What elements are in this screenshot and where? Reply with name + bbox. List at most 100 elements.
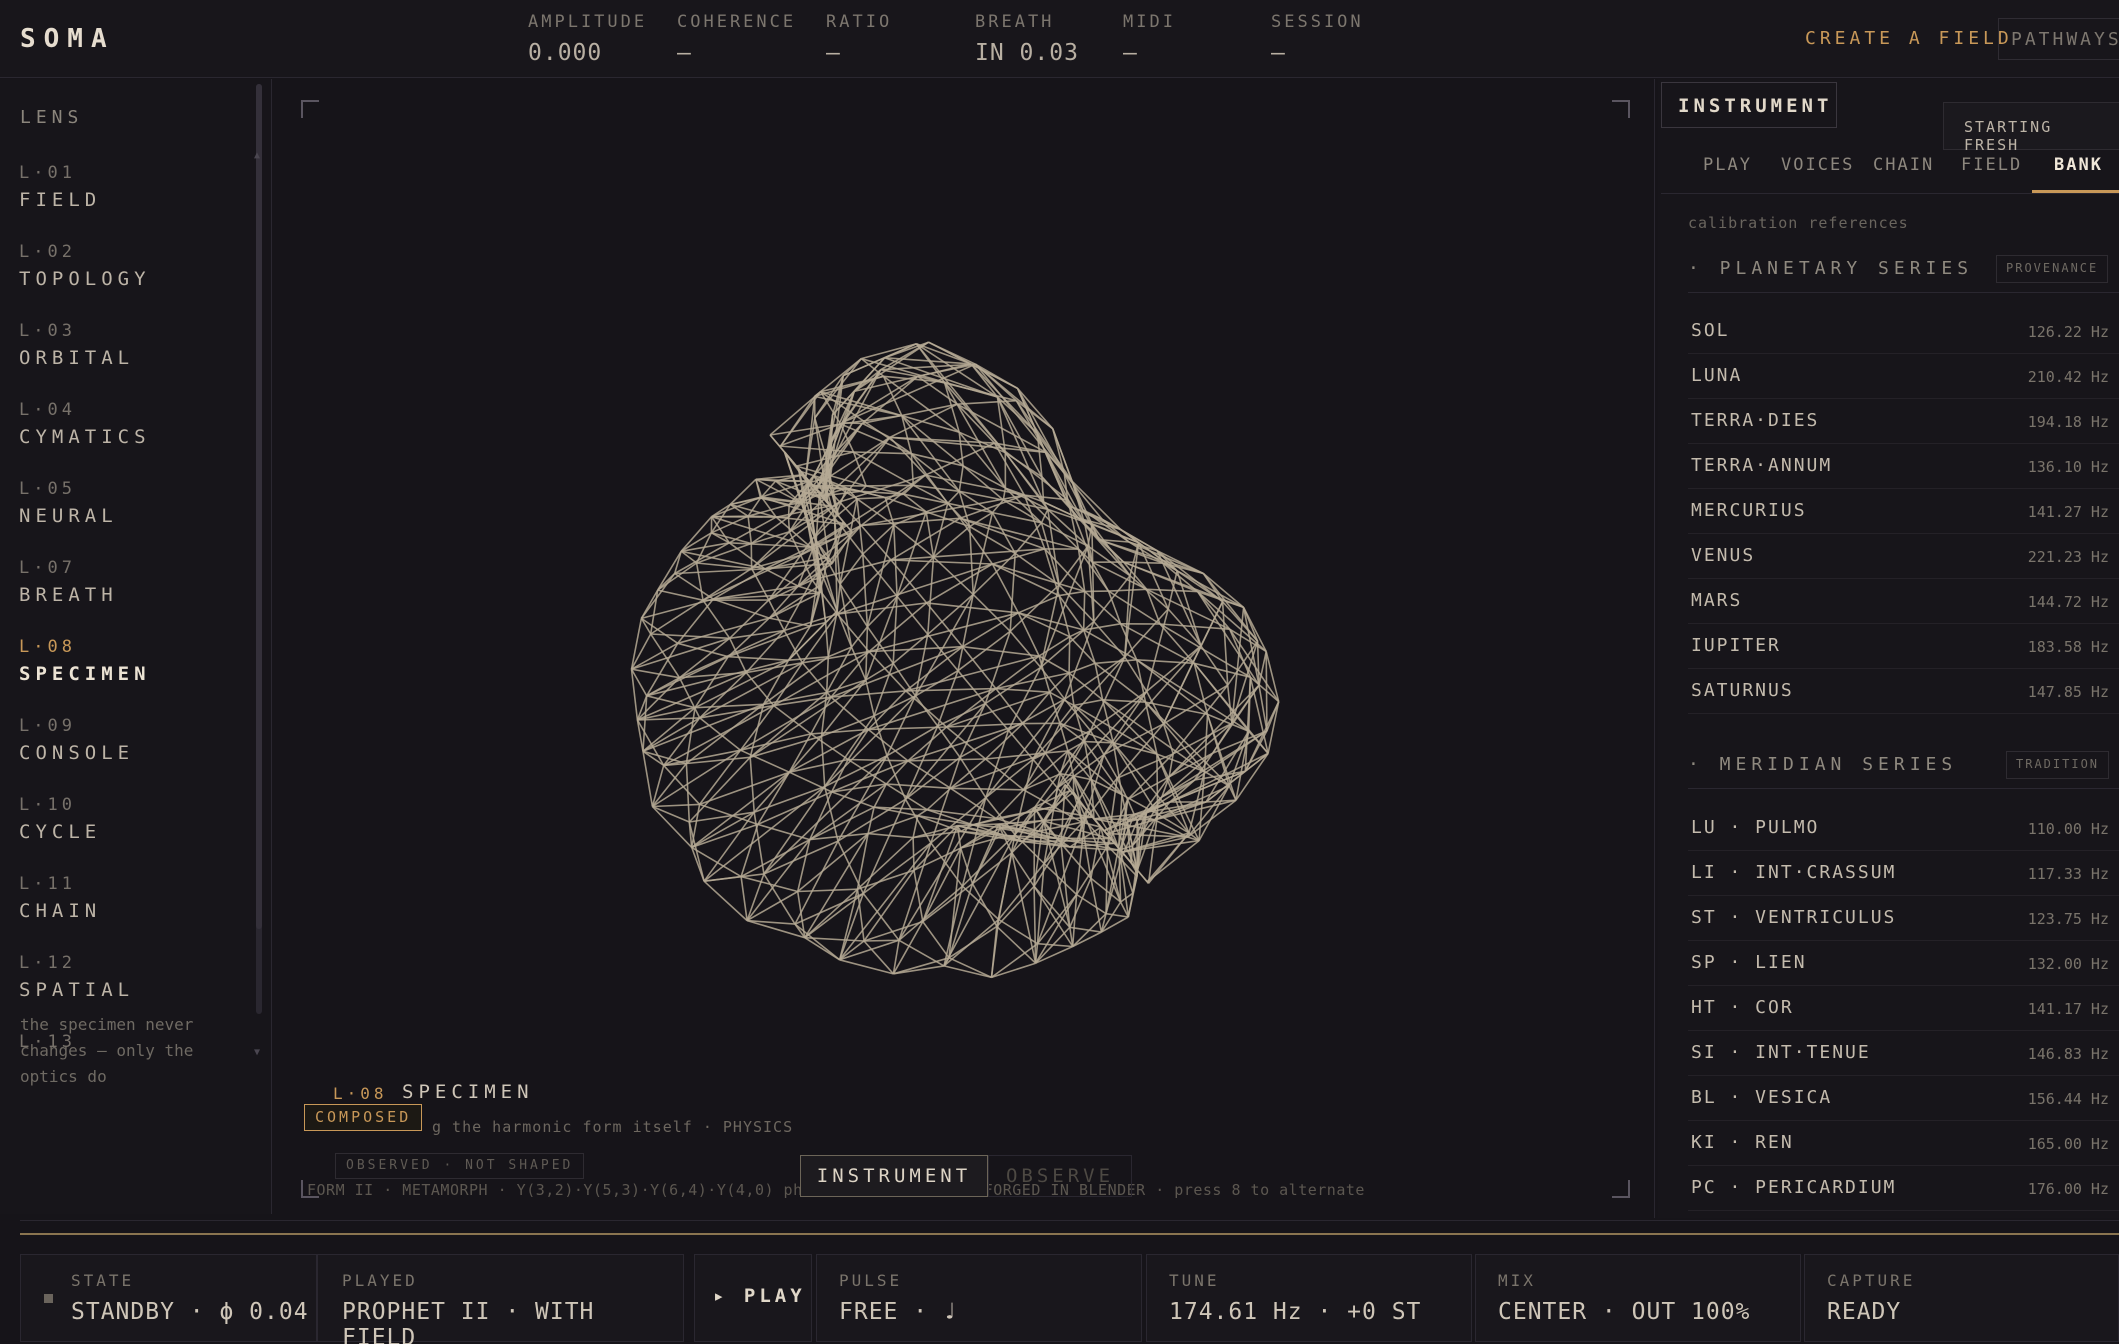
mode-observe-button[interactable]: OBSERVE bbox=[988, 1155, 1132, 1197]
tab-bank[interactable]: BANK bbox=[2054, 155, 2103, 175]
timeline-progress bbox=[20, 1233, 2119, 1235]
bank-row-name: BL · VESICA bbox=[1691, 1087, 1833, 1108]
bank-row-ki-ren[interactable]: KI · REN 165.00 Hz bbox=[1688, 1121, 2119, 1166]
lens-number: L·04 bbox=[19, 400, 76, 420]
capture-cell[interactable]: CAPTURE READY bbox=[1804, 1254, 2119, 1342]
tabs-divider bbox=[1661, 193, 2119, 194]
lens-name: CONSOLE bbox=[19, 742, 135, 764]
bank-row-bl-vesica[interactable]: BL · VESICA 156.44 Hz bbox=[1688, 1076, 2119, 1121]
lens-name: TOPOLOGY bbox=[19, 268, 151, 290]
bank-row-name: SP · LIEN bbox=[1691, 952, 1807, 973]
observed-tag: OBSERVED · NOT SHAPED bbox=[335, 1153, 585, 1179]
meridian-series-title[interactable]: · MERIDIAN SERIES bbox=[1688, 754, 1957, 775]
pathways-button[interactable]: PATHWAYS bbox=[1998, 18, 2119, 60]
bank-row-name: MERCURIUS bbox=[1691, 500, 1807, 521]
instrument-panel-title[interactable]: INSTRUMENT bbox=[1661, 82, 1837, 128]
tab-voices[interactable]: VOICES bbox=[1781, 155, 1854, 175]
capture-value: READY bbox=[1827, 1299, 1902, 1325]
played-value: PROPHET II · WITH FIELD bbox=[342, 1299, 595, 1344]
bank-row-saturnus[interactable]: SATURNUS 147.85 Hz bbox=[1688, 669, 2119, 714]
lens-item-orbital[interactable]: L·03 ORBITAL bbox=[19, 321, 134, 369]
bank-row-frequency: 194.18 Hz bbox=[2027, 413, 2109, 431]
bank-row-name: KI · REN bbox=[1691, 1132, 1794, 1153]
lens-name: CYMATICS bbox=[19, 426, 151, 448]
bank-row-frequency: 221.23 Hz bbox=[2027, 548, 2109, 566]
stat-session: SESSION — bbox=[1271, 12, 1364, 66]
bank-row-si-int-tenue[interactable]: SI · INT·TENUE 146.83 Hz bbox=[1688, 1031, 2119, 1076]
wireframe-specimen[interactable] bbox=[600, 300, 1320, 1020]
bank-row-mars[interactable]: MARS 144.72 Hz bbox=[1688, 579, 2119, 624]
starting-fresh-button[interactable]: STARTING FRESH bbox=[1943, 102, 2119, 154]
lens-item-topology[interactable]: L·02 TOPOLOGY bbox=[19, 242, 151, 290]
played-cell[interactable]: PLAYED PROPHET II · WITH FIELD bbox=[317, 1254, 684, 1344]
provenance-tag[interactable]: PROVENANCE bbox=[1996, 255, 2109, 283]
scroll-down-icon[interactable]: ▼ bbox=[254, 1047, 260, 1058]
pulse-cell[interactable]: PULSE FREE · ♩ bbox=[816, 1254, 1142, 1342]
lens-number: L·08 bbox=[19, 637, 76, 657]
frame-corner-icon bbox=[1612, 100, 1630, 118]
bank-row-venus[interactable]: VENUS 221.23 Hz bbox=[1688, 534, 2119, 579]
frame-corner-icon bbox=[1612, 1180, 1630, 1198]
bank-row-frequency: 144.72 Hz bbox=[2027, 593, 2109, 611]
bank-row-st-ventriculus[interactable]: ST · VENTRICULUS 123.75 Hz bbox=[1688, 896, 2119, 941]
lens-item-spatial[interactable]: L·12 SPATIAL bbox=[19, 953, 134, 1001]
lens-number: L·09 bbox=[19, 716, 76, 736]
bank-row-name: LU · PULMO bbox=[1691, 817, 1820, 838]
active-tab-indicator bbox=[2032, 190, 2119, 193]
lens-number: L·11 bbox=[19, 874, 76, 894]
bank-row-terra-annum[interactable]: TERRA·ANNUM 136.10 Hz bbox=[1688, 444, 2119, 489]
tradition-tag[interactable]: TRADITION bbox=[2006, 751, 2110, 779]
tab-chain[interactable]: CHAIN bbox=[1873, 155, 1934, 175]
specimen-description: g the harmonic form itself · PHYSICS bbox=[432, 1118, 794, 1136]
brand-logo[interactable]: SOMA bbox=[20, 24, 115, 54]
mode-instrument-button[interactable]: INSTRUMENT bbox=[800, 1155, 988, 1197]
state-label: STATE bbox=[71, 1271, 135, 1290]
bank-row-sp-lien[interactable]: SP · LIEN 132.00 Hz bbox=[1688, 941, 2119, 986]
lens-number: L·03 bbox=[19, 321, 76, 341]
bank-row-mercurius[interactable]: MERCURIUS 141.27 Hz bbox=[1688, 489, 2119, 534]
lens-number: L·12 bbox=[19, 953, 76, 973]
stat-coherence: COHERENCE — bbox=[677, 12, 796, 66]
bank-row-luna[interactable]: LUNA 210.42 Hz bbox=[1688, 354, 2119, 399]
lens-item-specimen[interactable]: L·08 SPECIMEN bbox=[19, 637, 151, 685]
bank-row-frequency: 165.00 Hz bbox=[2027, 1135, 2109, 1153]
bank-row-frequency: 147.85 Hz bbox=[2027, 683, 2109, 701]
lens-item-cymatics[interactable]: L·04 CYMATICS bbox=[19, 400, 151, 448]
lens-item-chain[interactable]: L·11 CHAIN bbox=[19, 874, 101, 922]
bank-row-sol[interactable]: SOL 126.22 Hz bbox=[1688, 309, 2119, 354]
bank-row-terra-dies[interactable]: TERRA·DIES 194.18 Hz bbox=[1688, 399, 2119, 444]
series-divider bbox=[1688, 788, 2119, 789]
create-field-link[interactable]: CREATE A FIELD bbox=[1805, 28, 2013, 49]
mix-cell[interactable]: MIX CENTER · OUT 100% bbox=[1475, 1254, 1801, 1342]
lens-number: L·10 bbox=[19, 795, 76, 815]
planetary-series-title[interactable]: · PLANETARY SERIES bbox=[1688, 258, 1973, 279]
stat-value: — bbox=[677, 40, 692, 66]
bank-row-iupiter[interactable]: IUPITER 183.58 Hz bbox=[1688, 624, 2119, 669]
tab-play[interactable]: PLAY bbox=[1703, 155, 1752, 175]
specimen-lens-number: L·08 bbox=[333, 1084, 388, 1103]
stat-label: AMPLITUDE bbox=[528, 12, 648, 32]
bank-row-frequency: 183.58 Hz bbox=[2027, 638, 2109, 656]
scroll-up-icon[interactable]: ▲ bbox=[254, 150, 260, 161]
bank-row-frequency: 176.00 Hz bbox=[2027, 1180, 2109, 1198]
lens-item-field[interactable]: L·01 FIELD bbox=[19, 163, 101, 211]
bank-row-name: ST · VENTRICULUS bbox=[1691, 907, 1897, 928]
tab-field[interactable]: FIELD bbox=[1961, 155, 2022, 175]
lens-scrollbar-thumb[interactable] bbox=[256, 84, 262, 929]
lens-item-neural[interactable]: L·05 NEURAL bbox=[19, 479, 118, 527]
bank-row-li-int-crassum[interactable]: LI · INT·CRASSUM 117.33 Hz bbox=[1688, 851, 2119, 896]
lens-item-breath[interactable]: L·07 BREATH bbox=[19, 558, 118, 606]
mix-value: CENTER · OUT 100% bbox=[1498, 1299, 1751, 1325]
bank-row-pc-pericardium[interactable]: PC · PERICARDIUM 176.00 Hz bbox=[1688, 1166, 2119, 1211]
lens-item-cycle[interactable]: L·10 CYCLE bbox=[19, 795, 101, 843]
bank-row-ht-cor[interactable]: HT · COR 141.17 Hz bbox=[1688, 986, 2119, 1031]
stat-label: MIDI bbox=[1123, 12, 1176, 32]
stat-value: IN 0.03 bbox=[975, 40, 1079, 66]
play-button[interactable]: ▸ PLAY bbox=[694, 1254, 812, 1342]
lens-item-console[interactable]: L·09 CONSOLE bbox=[19, 716, 134, 764]
stat-value: — bbox=[1271, 40, 1286, 66]
state-indicator-icon bbox=[44, 1294, 53, 1303]
bank-row-lu-pulmo[interactable]: LU · PULMO 110.00 Hz bbox=[1688, 806, 2119, 851]
stat-amplitude: AMPLITUDE 0.000 bbox=[528, 12, 647, 66]
tune-cell[interactable]: TUNE 174.61 Hz · +0 ST bbox=[1146, 1254, 1472, 1342]
